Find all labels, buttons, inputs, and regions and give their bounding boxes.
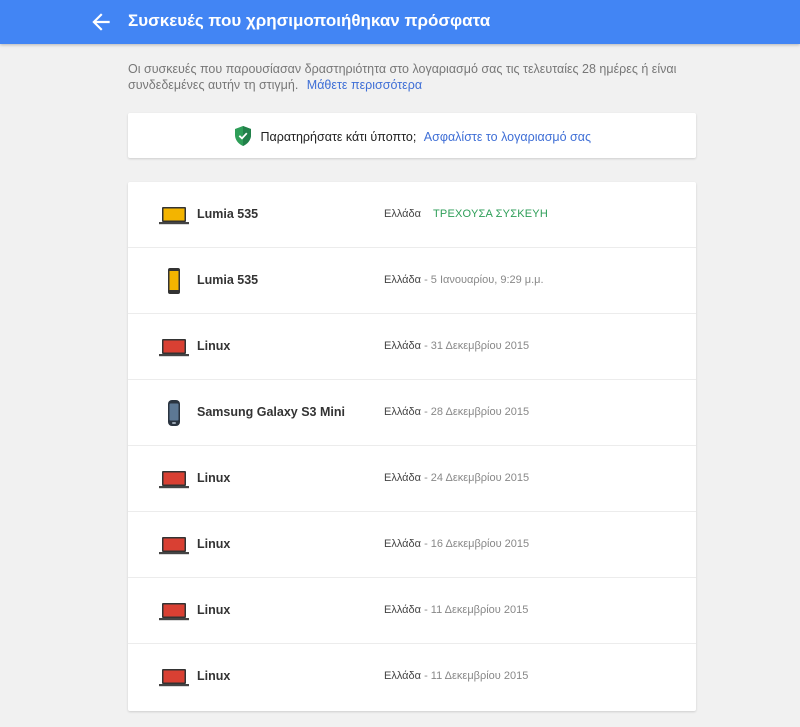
device-activity: Ελλάδα - 16 Δεκεμβρίου 2015	[384, 538, 529, 550]
device-last-active: - 24 Δεκεμβρίου 2015	[421, 472, 530, 484]
device-last-active: - 11 Δεκεμβρίου 2015	[421, 670, 529, 682]
secure-account-link[interactable]: Ασφαλίστε το λογαριασμό σας	[424, 130, 591, 144]
device-last-active: - 11 Δεκεμβρίου 2015	[421, 604, 529, 616]
phone-samsung-icon	[158, 400, 190, 426]
device-location: Ελλάδα	[384, 208, 422, 220]
device-name: Lumia 535	[197, 273, 259, 287]
device-row[interactable]: Lumia 535 Ελλάδα ΤΡΕΧΟΥΣΑ ΣΥΣΚΕΥΗ	[128, 182, 696, 248]
device-row[interactable]: Linux Ελλάδα - 11 Δεκεμβρίου 2015	[128, 644, 696, 710]
device-location: Ελλάδα	[384, 472, 422, 484]
alert-text: Παρατηρήσατε κάτι ύποπτο;	[260, 130, 417, 144]
shield-check-icon	[234, 126, 251, 146]
device-row[interactable]: Linux Ελλάδα - 24 Δεκεμβρίου 2015	[128, 446, 696, 512]
device-name: Lumia 535	[197, 207, 259, 221]
device-location: Ελλάδα	[384, 274, 422, 286]
intro-text: Οι συσκευές που παρουσίασαν δραστηριότητ…	[128, 61, 708, 93]
device-name: Linux	[197, 537, 231, 551]
device-location: Ελλάδα	[384, 340, 422, 352]
app-header: Συσκευές που χρησιμοποιήθηκαν πρόσφατα	[0, 0, 800, 44]
device-location: Ελλάδα	[384, 670, 422, 682]
current-device-badge: ΤΡΕΧΟΥΣΑ ΣΥΣΚΕΥΗ	[433, 208, 548, 220]
phone-yellow-icon	[158, 268, 190, 294]
device-name: Linux	[197, 669, 231, 683]
device-name: Linux	[197, 471, 231, 485]
device-activity: Ελλάδα - 11 Δεκεμβρίου 2015	[384, 670, 528, 682]
learn-more-link[interactable]: Μάθετε περισσότερα	[307, 78, 422, 92]
device-last-active: - 31 Δεκεμβρίου 2015	[421, 340, 530, 352]
device-location: Ελλάδα	[384, 538, 422, 550]
laptop-red-icon	[158, 466, 190, 492]
back-button[interactable]	[88, 9, 114, 35]
laptop-red-icon	[158, 334, 190, 360]
laptop-red-icon	[158, 664, 190, 690]
device-last-active: - 16 Δεκεμβρίου 2015	[421, 538, 530, 550]
laptop-yellow-icon	[158, 202, 190, 228]
security-alert-card: Παρατηρήσατε κάτι ύποπτο; Ασφαλίστε το λ…	[128, 113, 696, 158]
device-name: Samsung Galaxy S3 Mini	[197, 405, 345, 419]
devices-list: Lumia 535 Ελλάδα ΤΡΕΧΟΥΣΑ ΣΥΣΚΕΥΗ Lumia 535…	[128, 182, 696, 711]
device-row[interactable]: Lumia 535 Ελλάδα - 5 Ιανουαρίου, 9:29 μ.μ…	[128, 248, 696, 314]
device-activity: Ελλάδα - 11 Δεκεμβρίου 2015	[384, 604, 528, 616]
arrow-back-icon	[92, 13, 110, 31]
device-name: Linux	[197, 339, 231, 353]
device-row[interactable]: Samsung Galaxy S3 Mini Ελλάδα - 28 Δεκεμβ…	[128, 380, 696, 446]
device-row[interactable]: Linux Ελλάδα - 16 Δεκεμβρίου 2015	[128, 512, 696, 578]
laptop-red-icon	[158, 598, 190, 624]
device-activity: Ελλάδα ΤΡΕΧΟΥΣΑ ΣΥΣΚΕΥΗ	[384, 208, 548, 220]
security-alert: Παρατηρήσατε κάτι ύποπτο; Ασφαλίστε το λ…	[128, 125, 696, 147]
device-activity: Ελλάδα - 5 Ιανουαρίου, 9:29 μ.μ.	[384, 274, 544, 286]
device-row[interactable]: Linux Ελλάδα - 11 Δεκεμβρίου 2015	[128, 578, 696, 644]
laptop-red-icon	[158, 532, 190, 558]
page-title: Συσκευές που χρησιμοποιήθηκαν πρόσφατα	[128, 11, 491, 30]
device-last-active: - 5 Ιανουαρίου, 9:29 μ.μ.	[421, 274, 544, 286]
device-last-active: - 28 Δεκεμβρίου 2015	[421, 406, 530, 418]
device-activity: Ελλάδα - 28 Δεκεμβρίου 2015	[384, 406, 529, 418]
device-row[interactable]: Linux Ελλάδα - 31 Δεκεμβρίου 2015	[128, 314, 696, 380]
device-name: Linux	[197, 603, 231, 617]
device-activity: Ελλάδα - 31 Δεκεμβρίου 2015	[384, 340, 529, 352]
device-location: Ελλάδα	[384, 406, 422, 418]
device-activity: Ελλάδα - 24 Δεκεμβρίου 2015	[384, 472, 529, 484]
device-location: Ελλάδα	[384, 604, 422, 616]
